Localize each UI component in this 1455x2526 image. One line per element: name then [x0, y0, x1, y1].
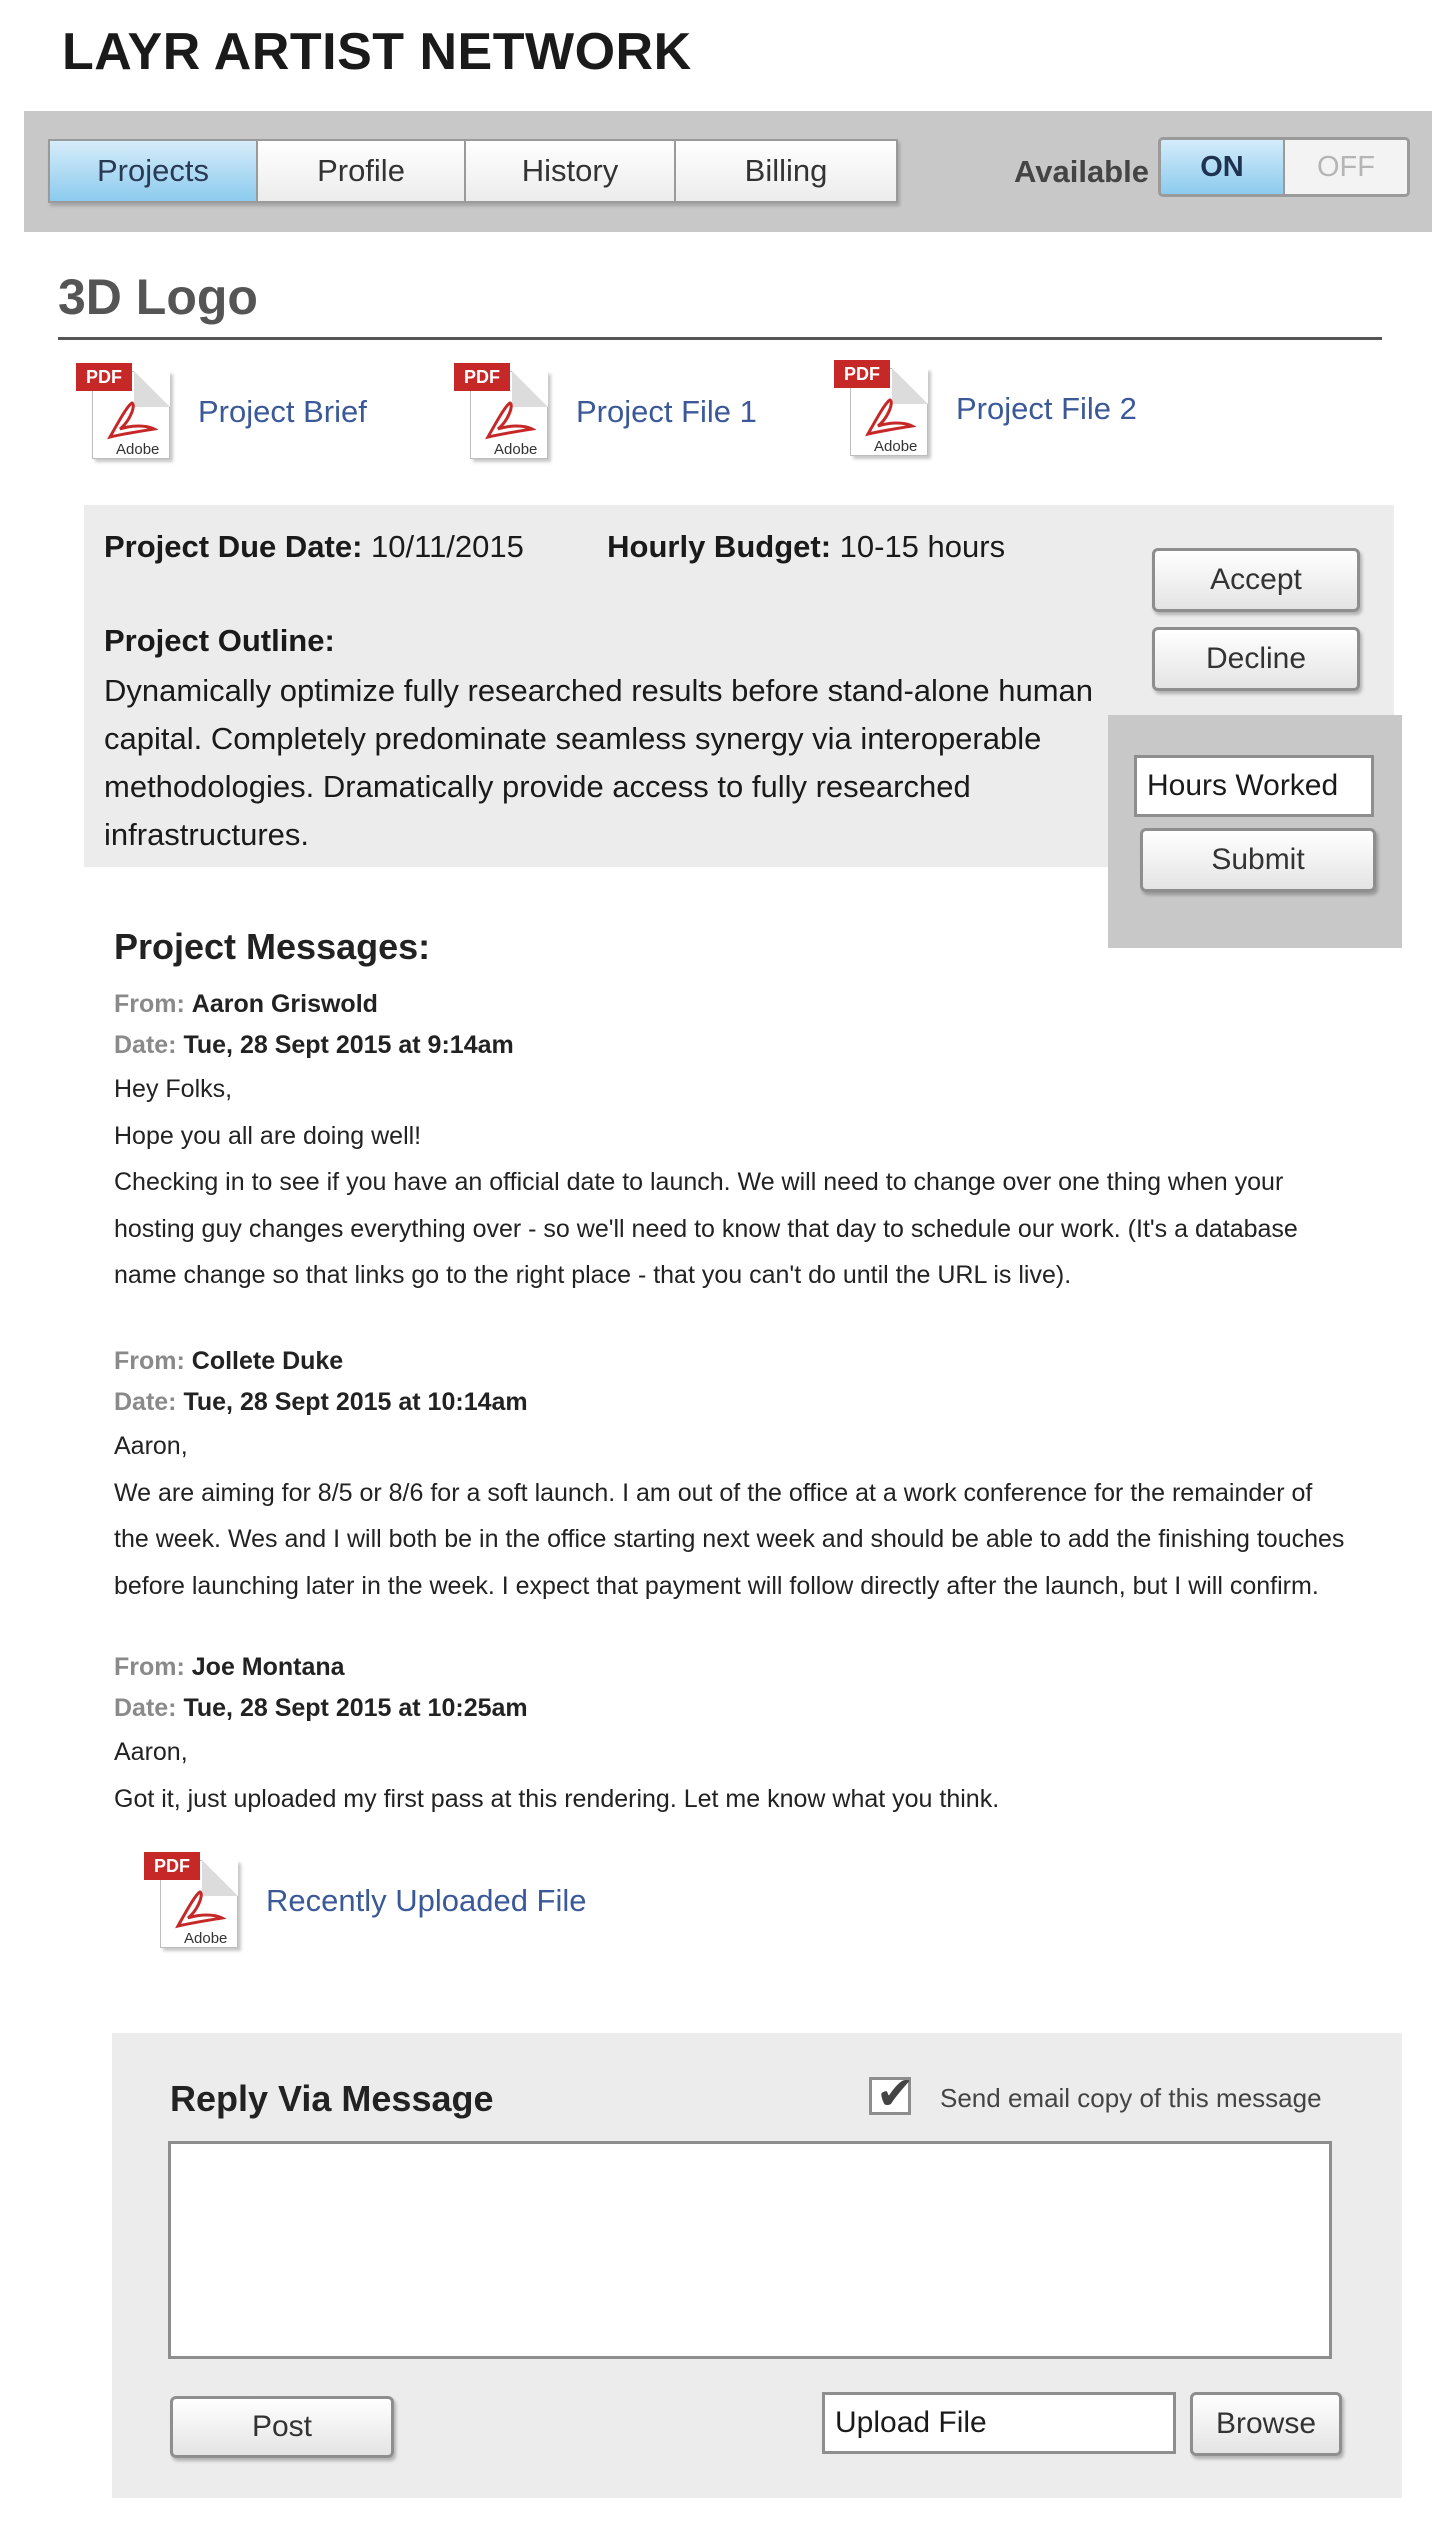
- due-date-value: 10/11/2015: [371, 529, 524, 564]
- availability-label: Available: [1014, 154, 1149, 189]
- message-line: Aaron,: [114, 1432, 188, 1460]
- outline-label: Project Outline:: [104, 623, 335, 658]
- decline-button[interactable]: Decline: [1152, 627, 1360, 691]
- due-date-label: Project Due Date:: [104, 529, 363, 564]
- reply-message-textarea[interactable]: [168, 2141, 1332, 2359]
- message-line: Aaron,: [114, 1738, 188, 1766]
- top-navbar: Projects Profile History Billing Availab…: [24, 111, 1432, 232]
- checkmark-icon: ✔: [876, 2066, 915, 2120]
- file-link-recently-uploaded[interactable]: PDF Adobe Recently Uploaded File: [144, 1852, 587, 1950]
- browse-button[interactable]: Browse: [1190, 2392, 1342, 2456]
- file-link-project-file-1[interactable]: PDF Adobe Project File 1: [454, 363, 757, 461]
- upload-file-input[interactable]: Upload File: [822, 2392, 1176, 2454]
- pdf-icon: PDF Adobe: [834, 360, 930, 458]
- file-name[interactable]: Project File 1: [576, 394, 757, 430]
- pdf-icon: PDF Adobe: [454, 363, 550, 461]
- message-from: From: Aaron Griswold: [114, 990, 378, 1018]
- tab-billing[interactable]: Billing: [676, 141, 896, 201]
- tab-profile[interactable]: Profile: [258, 141, 466, 201]
- messages-heading: Project Messages:: [114, 926, 431, 967]
- email-copy-checkbox[interactable]: ✔: [869, 2066, 915, 2120]
- reply-title: Reply Via Message: [170, 2078, 494, 2119]
- message-date: Date: Tue, 28 Sept 2015 at 10:25am: [114, 1694, 528, 1722]
- email-copy-label: Send email copy of this message: [940, 2083, 1322, 2113]
- budget-value: 10-15 hours: [839, 529, 1006, 564]
- message-date: Date: Tue, 28 Sept 2015 at 10:14am: [114, 1388, 528, 1416]
- message-line: Got it, just uploaded my first pass at t…: [114, 1784, 1000, 1813]
- tab-history[interactable]: History: [466, 141, 676, 201]
- message-item: From: Collete Duke Date: Tue, 28 Sept 20…: [114, 1341, 1384, 1609]
- nav-tabs: Projects Profile History Billing: [48, 139, 898, 203]
- message-item: From: Aaron Griswold Date: Tue, 28 Sept …: [114, 984, 1384, 1299]
- outline-text: Dynamically optimize fully researched re…: [104, 673, 1094, 852]
- title-divider: [58, 337, 1382, 340]
- availability-toggle[interactable]: ON OFF: [1158, 137, 1410, 197]
- app-title: LAYR ARTIST NETWORK: [62, 23, 692, 81]
- file-link-project-file-2[interactable]: PDF Adobe Project File 2: [834, 360, 1137, 458]
- file-name[interactable]: Recently Uploaded File: [266, 1883, 587, 1919]
- message-line: Checking in to see if you have an offici…: [114, 1168, 1284, 1196]
- toggle-on-option[interactable]: ON: [1161, 140, 1285, 194]
- message-line: Hey Folks,: [114, 1075, 233, 1103]
- project-meta-row: Project Due Date: 10/11/2015 Hourly Budg…: [104, 529, 1005, 565]
- message-from: From: Joe Montana: [114, 1653, 345, 1681]
- file-link-project-brief[interactable]: PDF Adobe Project Brief: [76, 363, 367, 461]
- message-line: before launching later in the week. I ex…: [114, 1571, 1319, 1600]
- toggle-off-option[interactable]: OFF: [1285, 140, 1407, 194]
- message-line: hosting guy changes everything over - so…: [114, 1214, 1298, 1243]
- pdf-icon: PDF Adobe: [144, 1852, 240, 1950]
- message-line: We are aiming for 8/5 or 8/6 for a soft …: [114, 1478, 1313, 1507]
- message-line: Hope you all are doing well!: [114, 1121, 422, 1150]
- hours-worked-input[interactable]: Hours Worked: [1134, 755, 1374, 817]
- message-line: name change so that links go to the righ…: [114, 1261, 1072, 1289]
- pdf-icon: PDF Adobe: [76, 363, 172, 461]
- message-item: From: Joe Montana Date: Tue, 28 Sept 201…: [114, 1647, 1384, 1822]
- file-name[interactable]: Project File 2: [956, 391, 1137, 427]
- message-from: From: Collete Duke: [114, 1347, 344, 1375]
- post-button[interactable]: Post: [170, 2396, 394, 2458]
- project-title: 3D Logo: [58, 269, 258, 325]
- tab-projects[interactable]: Projects: [50, 141, 258, 201]
- file-name[interactable]: Project Brief: [198, 394, 367, 430]
- accept-button[interactable]: Accept: [1152, 548, 1360, 612]
- budget-label: Hourly Budget:: [607, 529, 832, 564]
- message-line: the week. Wes and I will both be in the …: [114, 1525, 1345, 1553]
- message-date: Date: Tue, 28 Sept 2015 at 9:14am: [114, 1031, 514, 1059]
- submit-hours-button[interactable]: Submit: [1140, 828, 1376, 892]
